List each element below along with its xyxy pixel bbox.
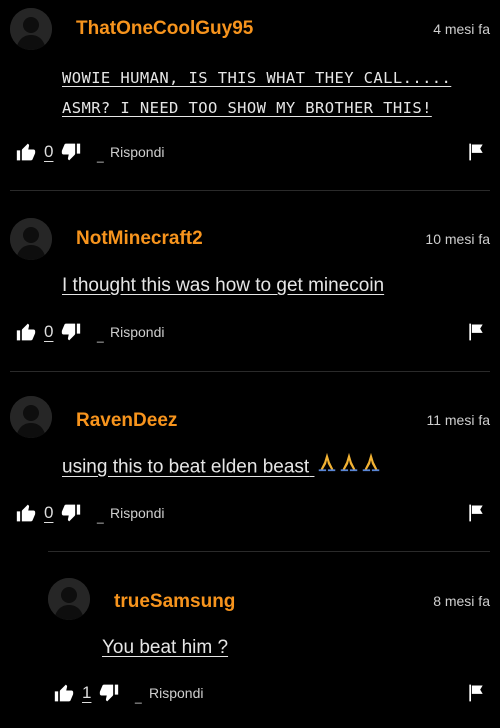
thumbs-up-icon[interactable]	[16, 322, 36, 342]
comment-username[interactable]: RavenDeez	[76, 410, 177, 432]
comment-actions: 1 _ Rispondi	[0, 680, 500, 706]
thumbs-down-icon[interactable]	[61, 322, 81, 342]
comment-text-content: using this to beat elden beast	[62, 456, 310, 478]
thumbs-up-icon[interactable]	[54, 683, 74, 703]
avatar[interactable]	[10, 396, 52, 438]
like-count: 0	[44, 322, 54, 341]
comment-actions: 0 _ Rispondi	[0, 139, 500, 165]
reply-button[interactable]: Rispondi	[110, 144, 164, 160]
comment-text: You beat him ?	[102, 637, 229, 658]
reply-comment: trueSamsung 8 mesi fa You beat him ? 1 _…	[0, 551, 500, 728]
comment-time: 10 mesi fa	[425, 231, 490, 247]
thumbs-up-icon[interactable]	[16, 503, 36, 523]
separator: _	[135, 690, 142, 704]
flag-icon[interactable]	[466, 683, 486, 708]
like-count: 0	[44, 142, 54, 161]
avatar[interactable]	[10, 218, 52, 260]
thumbs-down-icon[interactable]	[61, 142, 81, 162]
flag-icon[interactable]	[466, 142, 486, 167]
avatar-placeholder-icon	[10, 218, 52, 260]
comment-text-line-2: ASMR? I NEED TOO SHOW MY BROTHER THIS!	[62, 99, 432, 117]
reply-button[interactable]: Rispondi	[110, 505, 164, 521]
comment: NotMinecraft2 10 mesi fa I thought this …	[0, 190, 500, 371]
comment-time: 8 mesi fa	[433, 593, 490, 609]
comment-username[interactable]: trueSamsung	[114, 591, 235, 613]
comment-text: I thought this was how to get minecoin	[62, 275, 385, 296]
comment-actions: 0 _ Rispondi	[0, 319, 500, 345]
praying-hands-emoji	[316, 451, 382, 484]
comment-actions: 0 _ Rispondi	[0, 500, 500, 526]
comment-text: using this to beat elden beast	[62, 451, 382, 484]
avatar-placeholder-icon	[48, 578, 90, 620]
comment: ThatOneCoolGuy95 4 mesi fa WOWIE HUMAN, …	[0, 0, 500, 190]
comment-text-line-1: WOWIE HUMAN, IS THIS WHAT THEY CALL.....	[62, 69, 452, 87]
separator: _	[97, 149, 104, 163]
reply-button[interactable]: Rispondi	[149, 685, 203, 701]
flag-icon[interactable]	[466, 322, 486, 347]
thumbs-down-icon[interactable]	[61, 503, 81, 523]
like-count: 1	[82, 683, 92, 702]
comment-time: 4 mesi fa	[433, 21, 490, 37]
comment-time: 11 mesi fa	[426, 412, 490, 428]
avatar-placeholder-icon	[10, 8, 52, 50]
comment: RavenDeez 11 mesi fa using this to beat …	[0, 371, 500, 551]
separator: _	[97, 510, 104, 524]
like-count: 0	[44, 503, 54, 522]
reply-button[interactable]: Rispondi	[110, 324, 164, 340]
comment-username[interactable]: ThatOneCoolGuy95	[76, 18, 253, 40]
flag-icon[interactable]	[466, 503, 486, 528]
separator: _	[97, 329, 104, 343]
comment-username[interactable]: NotMinecraft2	[76, 228, 203, 250]
avatar-placeholder-icon	[10, 396, 52, 438]
avatar[interactable]	[48, 578, 90, 620]
avatar[interactable]	[10, 8, 52, 50]
thumbs-up-icon[interactable]	[16, 142, 36, 162]
thumbs-down-icon[interactable]	[99, 683, 119, 703]
